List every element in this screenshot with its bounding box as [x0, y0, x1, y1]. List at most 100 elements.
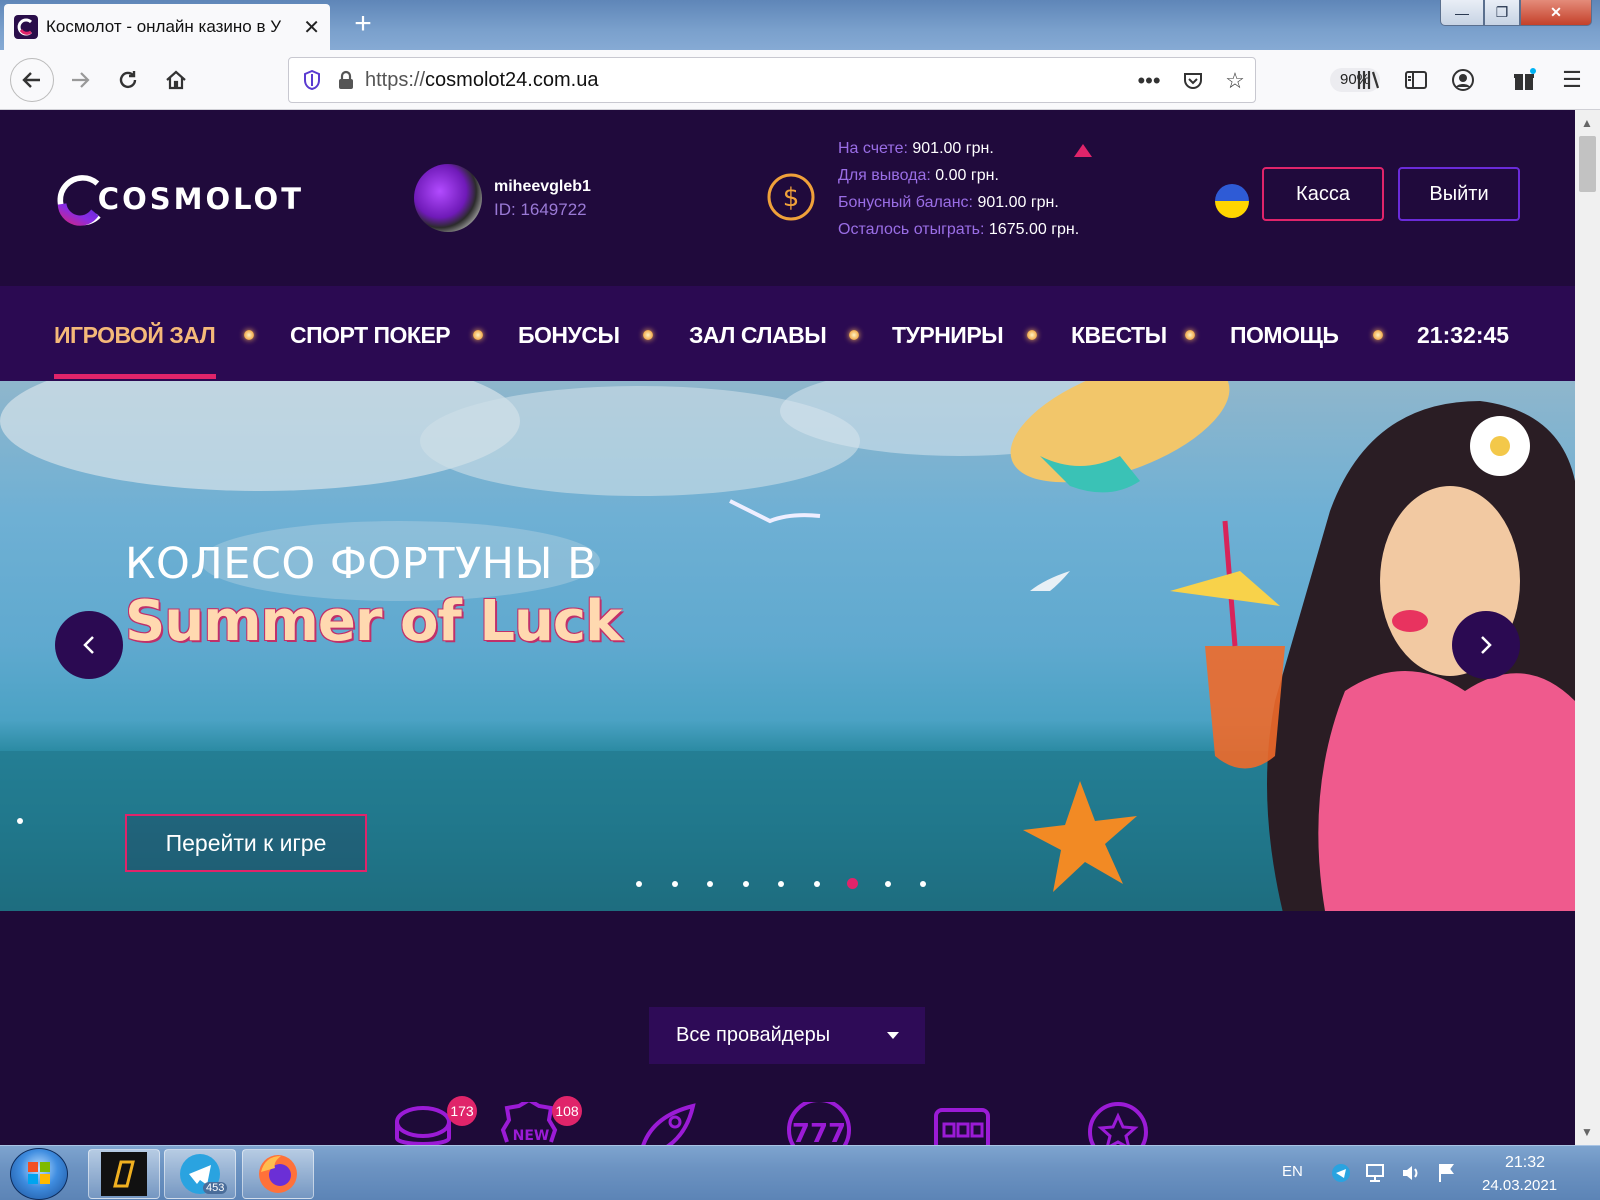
taskbar-clock-time[interactable]: 21:32 [1505, 1154, 1545, 1172]
balance-collapse-arrow-icon[interactable] [1074, 144, 1092, 157]
window-maximize-button[interactable]: ❐ [1484, 0, 1520, 26]
chevron-left-icon [83, 636, 94, 654]
slider-dot[interactable] [920, 881, 926, 887]
nav-separator-dot [1027, 330, 1037, 340]
username[interactable]: miheevgleb1 [494, 178, 591, 196]
nav-separator-dot [1185, 330, 1195, 340]
logo-wordmark: COSMOLOT [97, 182, 304, 216]
forward-arrow-icon [72, 72, 90, 88]
nav-item-sport-poker[interactable]: СПОРТ ПОКЕР [290, 322, 451, 349]
reload-button[interactable] [108, 60, 148, 100]
banner-title-line1: КОЛЕСО ФОРТУНЫ В [125, 539, 598, 589]
rocket-icon[interactable] [635, 1102, 699, 1145]
nav-item-quests[interactable]: КВЕСТЫ [1071, 322, 1167, 349]
input-language-indicator[interactable]: EN [1282, 1163, 1303, 1180]
account-icon[interactable] [1447, 64, 1479, 96]
back-arrow-icon [22, 72, 40, 88]
nav-separator-dot [473, 330, 483, 340]
pocket-icon[interactable] [1179, 67, 1207, 95]
back-button[interactable] [10, 58, 54, 102]
whats-new-gift-icon[interactable] [1508, 64, 1540, 96]
ukraine-flag-language-icon[interactable] [1215, 184, 1249, 218]
svg-text:NEW: NEW [513, 1128, 550, 1144]
browser-tab[interactable]: Космолот - онлайн казино в У ✕ [4, 4, 330, 50]
network-icon[interactable] [1364, 1162, 1386, 1184]
slider-prev-button[interactable] [55, 611, 123, 679]
app-icon [101, 1152, 147, 1196]
action-center-flag-icon[interactable] [1436, 1162, 1458, 1184]
bookmark-star-icon[interactable]: ☆ [1221, 67, 1249, 95]
svg-text:$: $ [783, 183, 800, 213]
slider-dot[interactable] [636, 881, 642, 887]
lock-icon[interactable] [337, 70, 355, 90]
slider-dot[interactable] [813, 881, 820, 887]
star-icon[interactable] [1086, 1102, 1150, 1145]
taskbar-clock-date[interactable]: 24.03.2021 [1482, 1177, 1557, 1194]
page-scrollbar[interactable]: ▲ ▼ [1575, 110, 1600, 1145]
home-button[interactable] [156, 60, 196, 100]
nav-separator-dot [244, 330, 254, 340]
volume-icon[interactable] [1400, 1162, 1422, 1184]
home-icon [166, 70, 186, 90]
slider-dot[interactable] [778, 881, 784, 887]
clock: 21:32:45 [1417, 322, 1510, 348]
telegram-tray-icon[interactable] [1330, 1162, 1352, 1184]
nav-item-tournaments[interactable]: ТУРНИРЫ [892, 322, 1004, 349]
category-count-badge: 173 [447, 1096, 477, 1126]
slider-next-button[interactable] [1452, 611, 1520, 679]
tracking-shield-icon[interactable] [303, 70, 321, 90]
library-icon[interactable] [1352, 64, 1384, 96]
scroll-down-arrow-icon[interactable]: ▼ [1581, 1125, 1593, 1139]
balance-row-wager: Осталось отыграть: 1675.00 грн. [838, 221, 1080, 238]
balance-value: 901.00 грн. [912, 140, 994, 157]
balance-value: 0.00 грн. [935, 167, 999, 184]
browser-toolbar: https://cosmolot24.com.ua 90% ••• ☆ ☰ [0, 50, 1600, 110]
nav-item-hall-of-fame[interactable]: ЗАЛ СЛАВЫ [689, 322, 827, 349]
windows-start-button[interactable] [10, 1148, 68, 1200]
nav-item-help[interactable]: ПОМОЩЬ [1230, 322, 1339, 349]
providers-dropdown-label: Все провайдеры [676, 1024, 831, 1046]
menu-hamburger-icon[interactable]: ☰ [1556, 64, 1588, 96]
slider-dot[interactable] [846, 878, 858, 889]
cosmolot-favicon-icon [14, 15, 38, 39]
balance-value: 1675.00 грн. [988, 221, 1080, 238]
slider-dot[interactable] [742, 881, 749, 887]
user-avatar[interactable] [414, 164, 482, 232]
windows-logo-icon [28, 1162, 50, 1184]
user-id: ID: 1649722 [494, 200, 587, 219]
scrollbar-thumb[interactable] [1579, 136, 1596, 192]
nav-item-game-hall[interactable]: ИГРОВОЙ ЗАЛ [54, 322, 216, 349]
scroll-up-arrow-icon[interactable]: ▲ [1581, 116, 1593, 130]
balance-row-withdraw: Для вывода: 0.00 грн. [838, 167, 999, 184]
slider-dot[interactable] [671, 881, 678, 887]
nav-separator-dot [849, 330, 859, 340]
slot-machine-icon[interactable] [932, 1102, 996, 1145]
sidebar-icon[interactable] [1400, 64, 1432, 96]
new-tab-button[interactable]: + [345, 6, 381, 42]
logout-button[interactable]: Выйти [1398, 167, 1520, 221]
cashier-button[interactable]: Касса [1262, 167, 1384, 221]
sevens-icon[interactable]: 777 [787, 1102, 851, 1145]
tab-close-icon[interactable]: ✕ [303, 15, 320, 40]
window-minimize-button[interactable]: — [1440, 0, 1484, 26]
forward-button[interactable] [60, 60, 100, 100]
taskbar-app-firefox[interactable] [242, 1149, 314, 1199]
slider-dot[interactable] [884, 881, 891, 887]
main-navigation: ИГРОВОЙ ЗАЛ СПОРТ ПОКЕР БОНУСЫ ЗАЛ СЛАВЫ… [0, 286, 1575, 381]
cosmolot-logo[interactable]: COSMOLOT [54, 156, 304, 242]
nav-item-bonuses[interactable]: БОНУСЫ [518, 322, 620, 349]
url-text[interactable]: https://cosmolot24.com.ua [365, 69, 598, 92]
address-bar[interactable]: https://cosmolot24.com.ua [288, 57, 1256, 103]
url-domain: cosmolot24.com.ua [425, 68, 599, 91]
taskbar-app-terminal[interactable] [88, 1149, 160, 1199]
go-to-game-button[interactable]: Перейти к игре [125, 814, 367, 872]
window-close-button[interactable]: ✕ [1520, 0, 1592, 26]
url-scheme: https:// [365, 68, 426, 91]
firefox-icon [259, 1155, 297, 1193]
slider-dot[interactable] [707, 881, 713, 887]
taskbar-app-telegram[interactable]: 453 [164, 1149, 236, 1199]
promo-banner-slider: КОЛЕСО ФОРТУНЫ В Summer of Luck Перейти … [0, 381, 1575, 911]
windows-taskbar: 453 EN 21:32 24.03.2021 [0, 1145, 1600, 1200]
page-actions-icon[interactable]: ••• [1135, 67, 1163, 95]
providers-dropdown[interactable]: Все провайдеры [649, 1007, 925, 1064]
